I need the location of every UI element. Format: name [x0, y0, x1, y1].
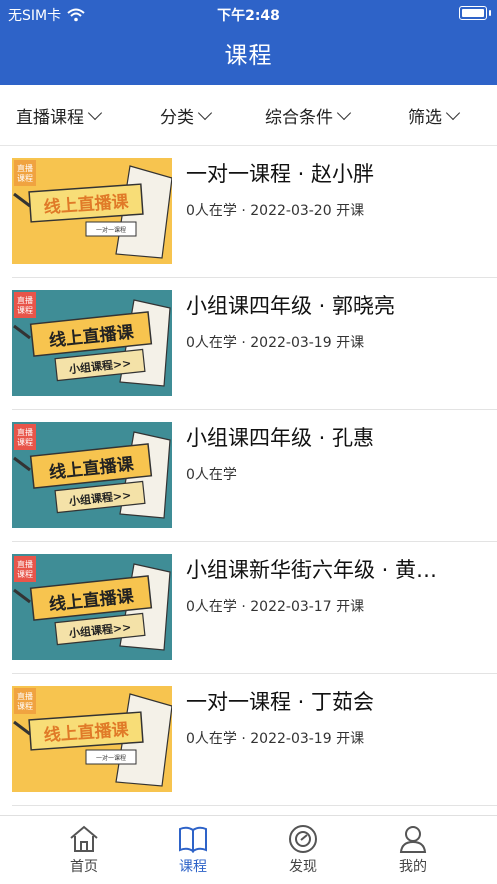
- battery-icon: [459, 6, 491, 20]
- course-item[interactable]: 直播 课程 线上直播课 小组课程>> 小组课四年级 · 郭晓亮 0人在学 · 2022-0…: [0, 278, 497, 410]
- course-title: 小组课四年级 · 郭晓亮: [186, 294, 396, 318]
- tab-label: 首页: [70, 859, 98, 875]
- filter-bar: 直播课程 分类 综合条件 筛选: [0, 85, 497, 146]
- course-thumbnail: 直播 课程 线上直播课 小组课程>>: [12, 290, 172, 396]
- user-icon: [399, 826, 427, 853]
- svg-text:课程: 课程: [17, 570, 33, 579]
- filter-category[interactable]: 分类: [160, 103, 213, 128]
- home-icon: [70, 825, 98, 852]
- course-title: 一对一课程 · 赵小胖: [186, 162, 375, 186]
- chevron-down-icon: [197, 105, 213, 120]
- svg-text:课程: 课程: [17, 702, 33, 711]
- course-meta: 0人在学: [186, 467, 237, 483]
- thumbnail-art: 直播课程线上直播课小组课程>>: [12, 290, 172, 396]
- filter-label: 综合条件: [265, 108, 333, 128]
- compass-icon: [289, 825, 317, 853]
- svg-text:直播: 直播: [17, 427, 33, 437]
- course-item[interactable]: 直播 课程 线上直播课 一对一课程 一对一课程 · 丁茹会 0人在学 · 2022-03-…: [0, 674, 497, 806]
- chevron-down-icon: [336, 105, 352, 120]
- course-title: 小组课四年级 · 孔惠: [186, 426, 375, 450]
- status-bar: 无SIM卡 下午2:48: [0, 0, 497, 28]
- svg-text:一对一课程: 一对一课程: [96, 754, 126, 762]
- tab-courses[interactable]: 课程: [163, 824, 223, 876]
- filter-conditions[interactable]: 综合条件: [265, 103, 352, 128]
- svg-text:课程: 课程: [17, 174, 33, 183]
- course-thumbnail: 直播 课程 线上直播课 一对一课程: [12, 158, 172, 264]
- filter-label: 筛选: [408, 108, 442, 128]
- course-item[interactable]: 直播 课程 线上直播课 小组课程>> 小组课新华街六年级 · 黄… 0人在学 · 2022…: [0, 542, 497, 674]
- app-header: 无SIM卡 下午2:48 课程: [0, 0, 497, 85]
- course-thumbnail: 直播 课程 线上直播课 一对一课程: [12, 686, 172, 792]
- svg-text:课程: 课程: [17, 438, 33, 447]
- tab-discover[interactable]: 发现: [273, 824, 333, 876]
- clock: 下午2:48: [217, 8, 280, 24]
- course-meta: 0人在学 · 2022-03-17 开课: [186, 599, 365, 615]
- book-icon: [179, 826, 207, 853]
- tab-home[interactable]: 首页: [54, 824, 114, 876]
- course-title: 小组课新华街六年级 · 黄…: [186, 558, 438, 582]
- thumbnail-art: 直播课程线上直播课小组课程>>: [12, 422, 172, 528]
- svg-text:直播: 直播: [17, 295, 33, 305]
- course-thumbnail: 直播 课程 线上直播课 小组课程>>: [12, 554, 172, 660]
- divider: [12, 805, 497, 806]
- tab-mine[interactable]: 我的: [383, 824, 443, 876]
- course-meta: 0人在学 · 2022-03-19 开课: [186, 335, 365, 351]
- tab-label: 发现: [289, 859, 317, 875]
- tab-bar: 首页 课程 发现 我的: [0, 815, 497, 884]
- svg-text:直播: 直播: [17, 691, 33, 701]
- course-meta: 0人在学 · 2022-03-19 开课: [186, 731, 365, 747]
- thumbnail-art: 直播课程线上直播课一对一课程: [12, 158, 172, 264]
- course-meta: 0人在学 · 2022-03-20 开课: [186, 203, 365, 219]
- tab-label: 我的: [399, 859, 427, 875]
- thumbnail-art: 直播课程线上直播课一对一课程: [12, 686, 172, 792]
- filter-label: 分类: [160, 108, 194, 128]
- filter-screen[interactable]: 筛选: [408, 103, 461, 128]
- course-item[interactable]: 直播 课程 线上直播课 一对一课程 一对一课程 · 赵小胖 0人在学 · 2022-03-…: [0, 146, 497, 278]
- svg-text:直播: 直播: [17, 559, 33, 569]
- course-item[interactable]: 直播 课程 线上直播课 小组课程>> 小组课四年级 · 孔惠 0人在学: [0, 410, 497, 542]
- course-thumbnail: 直播 课程 线上直播课 小组课程>>: [12, 422, 172, 528]
- filter-label: 直播课程: [16, 108, 84, 128]
- page-title: 课程: [224, 43, 273, 69]
- svg-text:课程: 课程: [17, 306, 33, 315]
- course-title: 一对一课程 · 丁茹会: [186, 690, 375, 714]
- chevron-down-icon: [445, 105, 461, 120]
- svg-text:直播: 直播: [17, 163, 33, 173]
- filter-live-courses[interactable]: 直播课程: [16, 103, 103, 128]
- chevron-down-icon: [87, 105, 103, 120]
- svg-text:一对一课程: 一对一课程: [96, 226, 126, 234]
- thumbnail-art: 直播课程线上直播课小组课程>>: [12, 554, 172, 660]
- tab-label: 课程: [179, 859, 207, 875]
